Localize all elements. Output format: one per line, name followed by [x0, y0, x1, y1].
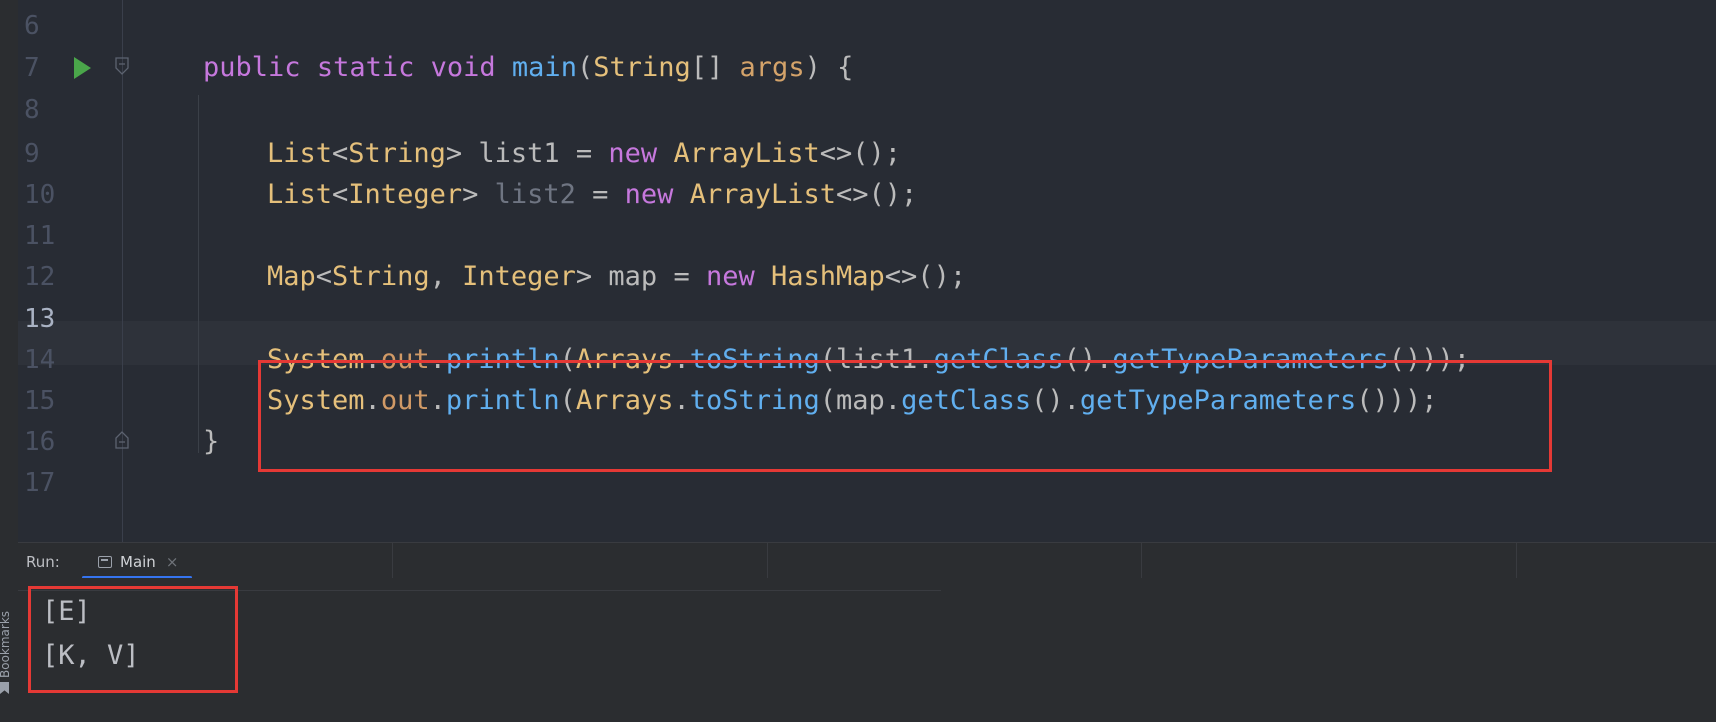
run-label: Run:	[26, 553, 60, 571]
header-divider	[392, 543, 393, 579]
line-number: 15	[24, 386, 56, 416]
run-tab-label: Main	[120, 553, 156, 571]
code-text: List<String> list1 = new ArrayList<>();	[267, 138, 902, 169]
run-play-icon[interactable]	[74, 57, 91, 79]
line-number: 13	[24, 304, 56, 334]
run-tool-window-header: Run: Main ×	[18, 542, 1716, 579]
header-divider	[767, 543, 768, 579]
code-highlight-box	[258, 360, 1552, 472]
code-line: 8	[18, 88, 1716, 133]
bookmarks-label: Bookmarks	[0, 610, 12, 678]
fold-collapse-icon[interactable]	[114, 56, 130, 76]
fold-end-icon[interactable]	[114, 430, 130, 450]
line-number: 14	[24, 345, 56, 375]
line-number: 6	[24, 11, 40, 41]
line-number: 16	[24, 427, 56, 457]
code-line: 9 List<String> list1 = new ArrayList<>()…	[18, 132, 1716, 177]
code-line-current: 13	[18, 297, 1716, 342]
close-tab-icon[interactable]: ×	[166, 553, 179, 571]
code-text: public static void main(String[] args) {	[203, 52, 854, 83]
run-console-output[interactable]: [E] [K, V]	[18, 578, 1716, 722]
line-number: 12	[24, 262, 56, 292]
line-number: 11	[24, 221, 56, 251]
line-number: 17	[24, 468, 56, 498]
line-number: 10	[24, 180, 56, 210]
header-divider	[1516, 543, 1517, 579]
code-text: }	[203, 426, 220, 457]
header-divider	[1141, 543, 1142, 579]
code-text: List<Integer> list2 = new ArrayList<>();	[267, 179, 918, 210]
console-icon	[98, 556, 112, 568]
code-line: 12 Map<String, Integer> map = new HashMa…	[18, 255, 1716, 300]
code-line: 6	[18, 4, 1716, 49]
line-number: 8	[24, 95, 40, 125]
code-line: 7 public static void main(String[] args)…	[18, 46, 1716, 91]
bookmarks-tool-button[interactable]: Bookmarks	[0, 600, 16, 700]
output-highlight-box	[28, 586, 238, 693]
code-line: 10 List<Integer> list2 = new ArrayList<>…	[18, 173, 1716, 218]
code-line: 11	[18, 214, 1716, 259]
line-number: 7	[24, 53, 40, 83]
run-tab-main[interactable]: Main ×	[82, 547, 193, 579]
bookmark-icon	[0, 682, 9, 694]
code-editor[interactable]: 6 7 public static void main(String[] arg…	[18, 0, 1716, 542]
line-number: 9	[24, 139, 40, 169]
code-text: Map<String, Integer> map = new HashMap<>…	[267, 261, 967, 292]
